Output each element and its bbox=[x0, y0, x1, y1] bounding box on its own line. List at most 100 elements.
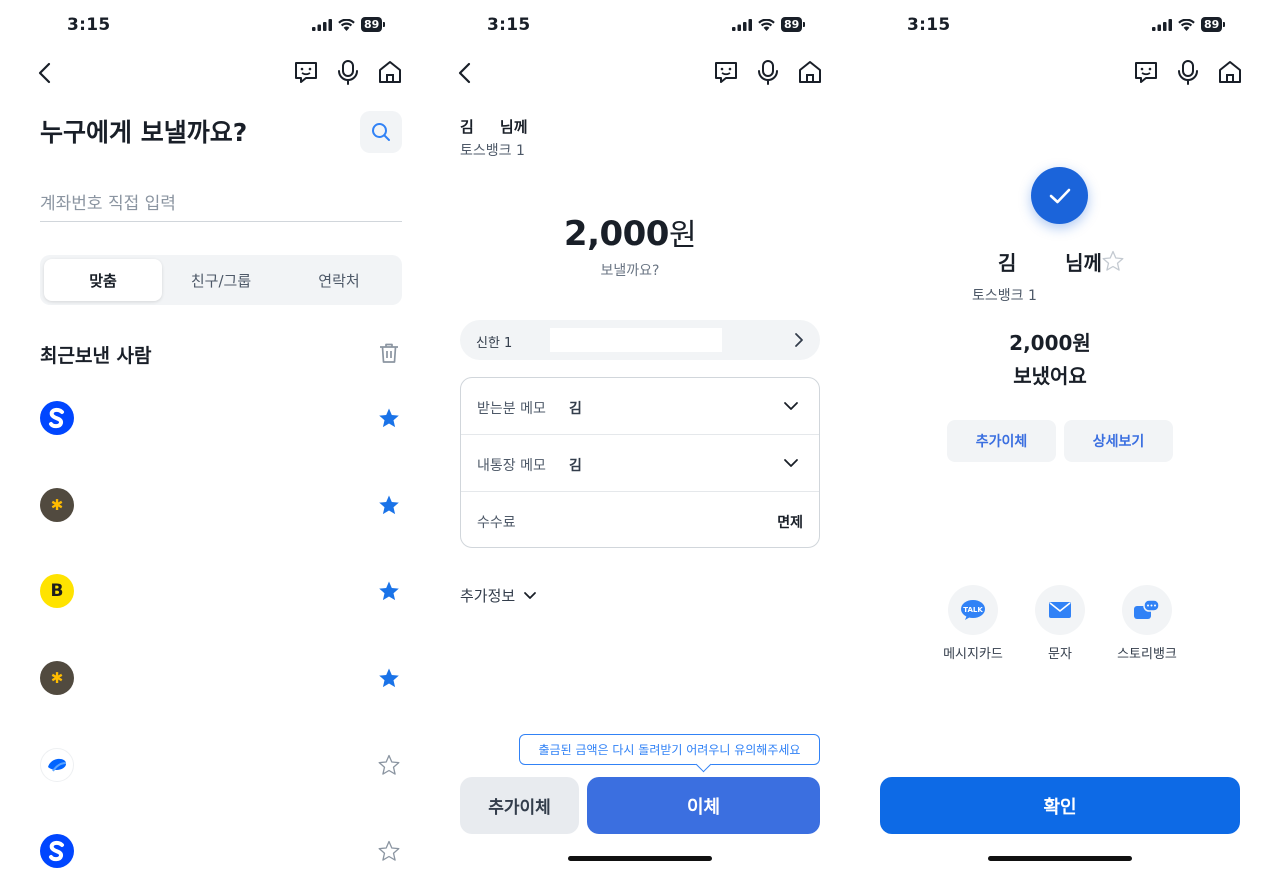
page-title: 누구에게 보낼까요? bbox=[40, 118, 248, 147]
transfer-question: 보낼까요? bbox=[600, 263, 660, 279]
add-transfer-button[interactable]: 추가이체 bbox=[947, 420, 1056, 462]
share-label: 스토리뱅크 bbox=[1117, 647, 1177, 662]
back-button[interactable] bbox=[36, 61, 56, 89]
microphone-icon[interactable] bbox=[334, 58, 362, 86]
top-actions bbox=[292, 58, 404, 86]
warning-tooltip: 출금된 금액은 다시 돌려받기 어려우니 유의해주세요 bbox=[519, 734, 820, 765]
envelope-icon bbox=[1035, 585, 1085, 635]
star-filled-icon[interactable] bbox=[378, 407, 400, 429]
home-icon[interactable] bbox=[376, 58, 404, 86]
recent-item[interactable]: ✱ bbox=[40, 488, 402, 528]
recent-item[interactable] bbox=[40, 401, 402, 441]
wifi-icon bbox=[758, 18, 775, 31]
star-outline-icon[interactable] bbox=[378, 754, 400, 776]
recent-item[interactable]: ✱ bbox=[40, 661, 402, 701]
shinhan-logo-icon bbox=[40, 401, 74, 435]
tab-contacts[interactable]: 연락처 bbox=[280, 259, 398, 301]
share-message-card[interactable]: TALK 메시지카드 bbox=[928, 585, 1018, 662]
status-time: 3:15 bbox=[67, 15, 111, 35]
additional-info-toggle[interactable]: 추가정보 bbox=[460, 585, 537, 606]
home-icon[interactable] bbox=[796, 58, 824, 86]
my-memo-row[interactable]: 내통장 메모 김 bbox=[461, 435, 819, 492]
back-button[interactable] bbox=[456, 61, 476, 89]
shinhan-logo-icon bbox=[40, 834, 74, 868]
status-time: 3:15 bbox=[907, 15, 951, 35]
home-indicator bbox=[988, 856, 1132, 861]
chatbot-icon[interactable] bbox=[712, 58, 740, 86]
status-icons: 89 bbox=[312, 17, 386, 32]
recipient-bank: 토스뱅크 1 bbox=[460, 143, 525, 159]
recipient-name: 김 님께 bbox=[460, 118, 528, 136]
withdraw-account-label: 신한 1 bbox=[476, 336, 513, 351]
search-icon bbox=[372, 123, 390, 141]
transfer-details-card: 받는분 메모 김 내통장 메모 김 수수료 면제 bbox=[460, 377, 820, 548]
account-number-input[interactable] bbox=[40, 186, 402, 222]
sent-status-text: 보냈어요 bbox=[1013, 364, 1087, 388]
details-button[interactable]: 상세보기 bbox=[1064, 420, 1173, 462]
chatbot-icon[interactable] bbox=[292, 58, 320, 86]
kb-logo-icon: ✱ bbox=[40, 661, 74, 695]
home-icon[interactable] bbox=[1216, 58, 1244, 86]
status-time: 3:15 bbox=[487, 15, 531, 35]
home-indicator bbox=[568, 856, 712, 861]
recipient-bank: 토스뱅크 1 bbox=[972, 288, 1037, 304]
battery-indicator: 89 bbox=[1201, 17, 1226, 32]
kb-logo-icon: ✱ bbox=[40, 488, 74, 522]
share-label: 메시지카드 bbox=[943, 647, 1003, 662]
chevron-right-icon bbox=[795, 333, 803, 347]
kakaotalk-icon: TALK bbox=[948, 585, 998, 635]
tab-custom[interactable]: 맞춤 bbox=[44, 259, 162, 301]
confirm-button[interactable]: 확인 bbox=[880, 777, 1240, 834]
transfer-confirm-screen: 3:15 89 김 님께 토스뱅크 1 2,000원 보낼까요? 신한 1 받는… bbox=[420, 0, 840, 871]
sent-amount: 2,000원 bbox=[1009, 331, 1091, 355]
battery-indicator: 89 bbox=[361, 17, 386, 32]
transfer-amount: 2,000원 bbox=[420, 210, 840, 254]
signal-icon bbox=[312, 18, 332, 31]
status-icons: 89 bbox=[1152, 17, 1226, 32]
share-storybank[interactable]: 스토리뱅크 bbox=[1102, 585, 1192, 662]
recipient-memo-row[interactable]: 받는분 메모 김 bbox=[461, 378, 819, 435]
toss-logo-icon bbox=[40, 748, 74, 782]
star-filled-icon[interactable] bbox=[378, 580, 400, 602]
recipient-name: 김 님께 bbox=[998, 251, 1102, 275]
search-button[interactable] bbox=[360, 111, 402, 153]
star-filled-icon[interactable] bbox=[378, 494, 400, 516]
recipient-memo-value: 김 bbox=[569, 401, 582, 417]
amount-value: 2,000 bbox=[563, 214, 670, 254]
top-actions bbox=[712, 58, 824, 86]
transfer-button[interactable]: 이체 bbox=[587, 777, 820, 834]
microphone-icon[interactable] bbox=[754, 58, 782, 86]
recent-recipients-title: 최근보낸 사람 bbox=[40, 345, 152, 367]
fee-row: 수수료 면제 bbox=[461, 492, 819, 549]
fee-value: 면제 bbox=[777, 515, 803, 531]
star-outline-icon[interactable] bbox=[1102, 250, 1124, 272]
recipient-memo-label: 받는분 메모 bbox=[477, 401, 546, 417]
recent-item[interactable]: B bbox=[40, 574, 402, 614]
transfer-complete-screen: 3:15 89 김 님께 토스뱅크 1 2,000원 보냈어요 추가이체 상세보… bbox=[840, 0, 1260, 871]
signal-icon bbox=[1152, 18, 1172, 31]
star-outline-icon[interactable] bbox=[378, 840, 400, 862]
microphone-icon[interactable] bbox=[1174, 58, 1202, 86]
chevron-down-icon bbox=[524, 591, 537, 599]
tab-friends-groups[interactable]: 친구/그룹 bbox=[162, 259, 280, 301]
status-icons: 89 bbox=[732, 17, 806, 32]
kakaobank-logo-icon: B bbox=[40, 574, 74, 608]
recent-item[interactable] bbox=[40, 748, 402, 788]
wifi-icon bbox=[1178, 18, 1195, 31]
star-filled-icon[interactable] bbox=[378, 667, 400, 689]
fee-label: 수수료 bbox=[477, 515, 516, 531]
my-memo-label: 내통장 메모 bbox=[477, 458, 546, 474]
add-transfer-button[interactable]: 추가이체 bbox=[460, 777, 579, 834]
withdraw-account-selector[interactable]: 신한 1 bbox=[460, 320, 820, 360]
share-label: 문자 bbox=[1048, 647, 1072, 662]
chatbot-icon[interactable] bbox=[1132, 58, 1160, 86]
additional-info-label: 추가정보 bbox=[460, 587, 516, 605]
success-check-icon bbox=[1031, 167, 1088, 224]
share-sms[interactable]: 문자 bbox=[1015, 585, 1105, 662]
chevron-down-icon bbox=[784, 402, 798, 410]
masked-account-number bbox=[550, 328, 722, 352]
chat-bubbles-icon bbox=[1122, 585, 1172, 635]
delete-history-button[interactable] bbox=[377, 341, 401, 369]
trash-icon bbox=[380, 343, 398, 363]
recent-item[interactable] bbox=[40, 834, 402, 871]
